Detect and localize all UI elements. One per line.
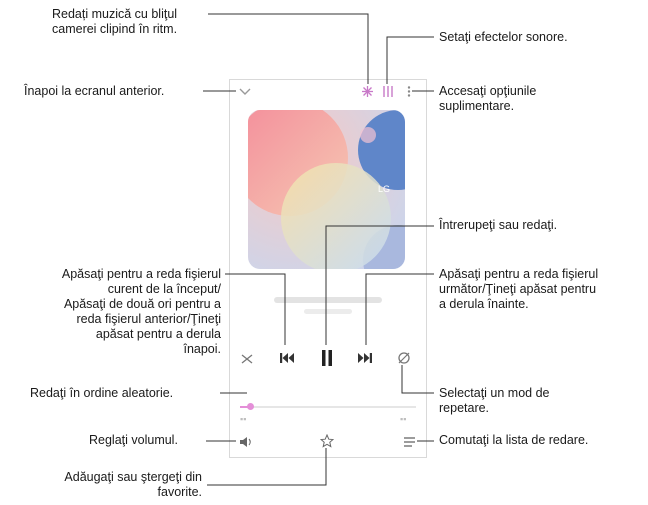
leader-sound-effects xyxy=(386,36,434,84)
leader-favorites xyxy=(207,448,327,486)
leader-previous xyxy=(225,273,286,345)
leader-next xyxy=(365,273,434,345)
callout-leader-lines xyxy=(203,13,434,486)
leader-repeat xyxy=(401,365,434,394)
leader-pause xyxy=(325,225,434,345)
leader-flash xyxy=(208,13,369,84)
